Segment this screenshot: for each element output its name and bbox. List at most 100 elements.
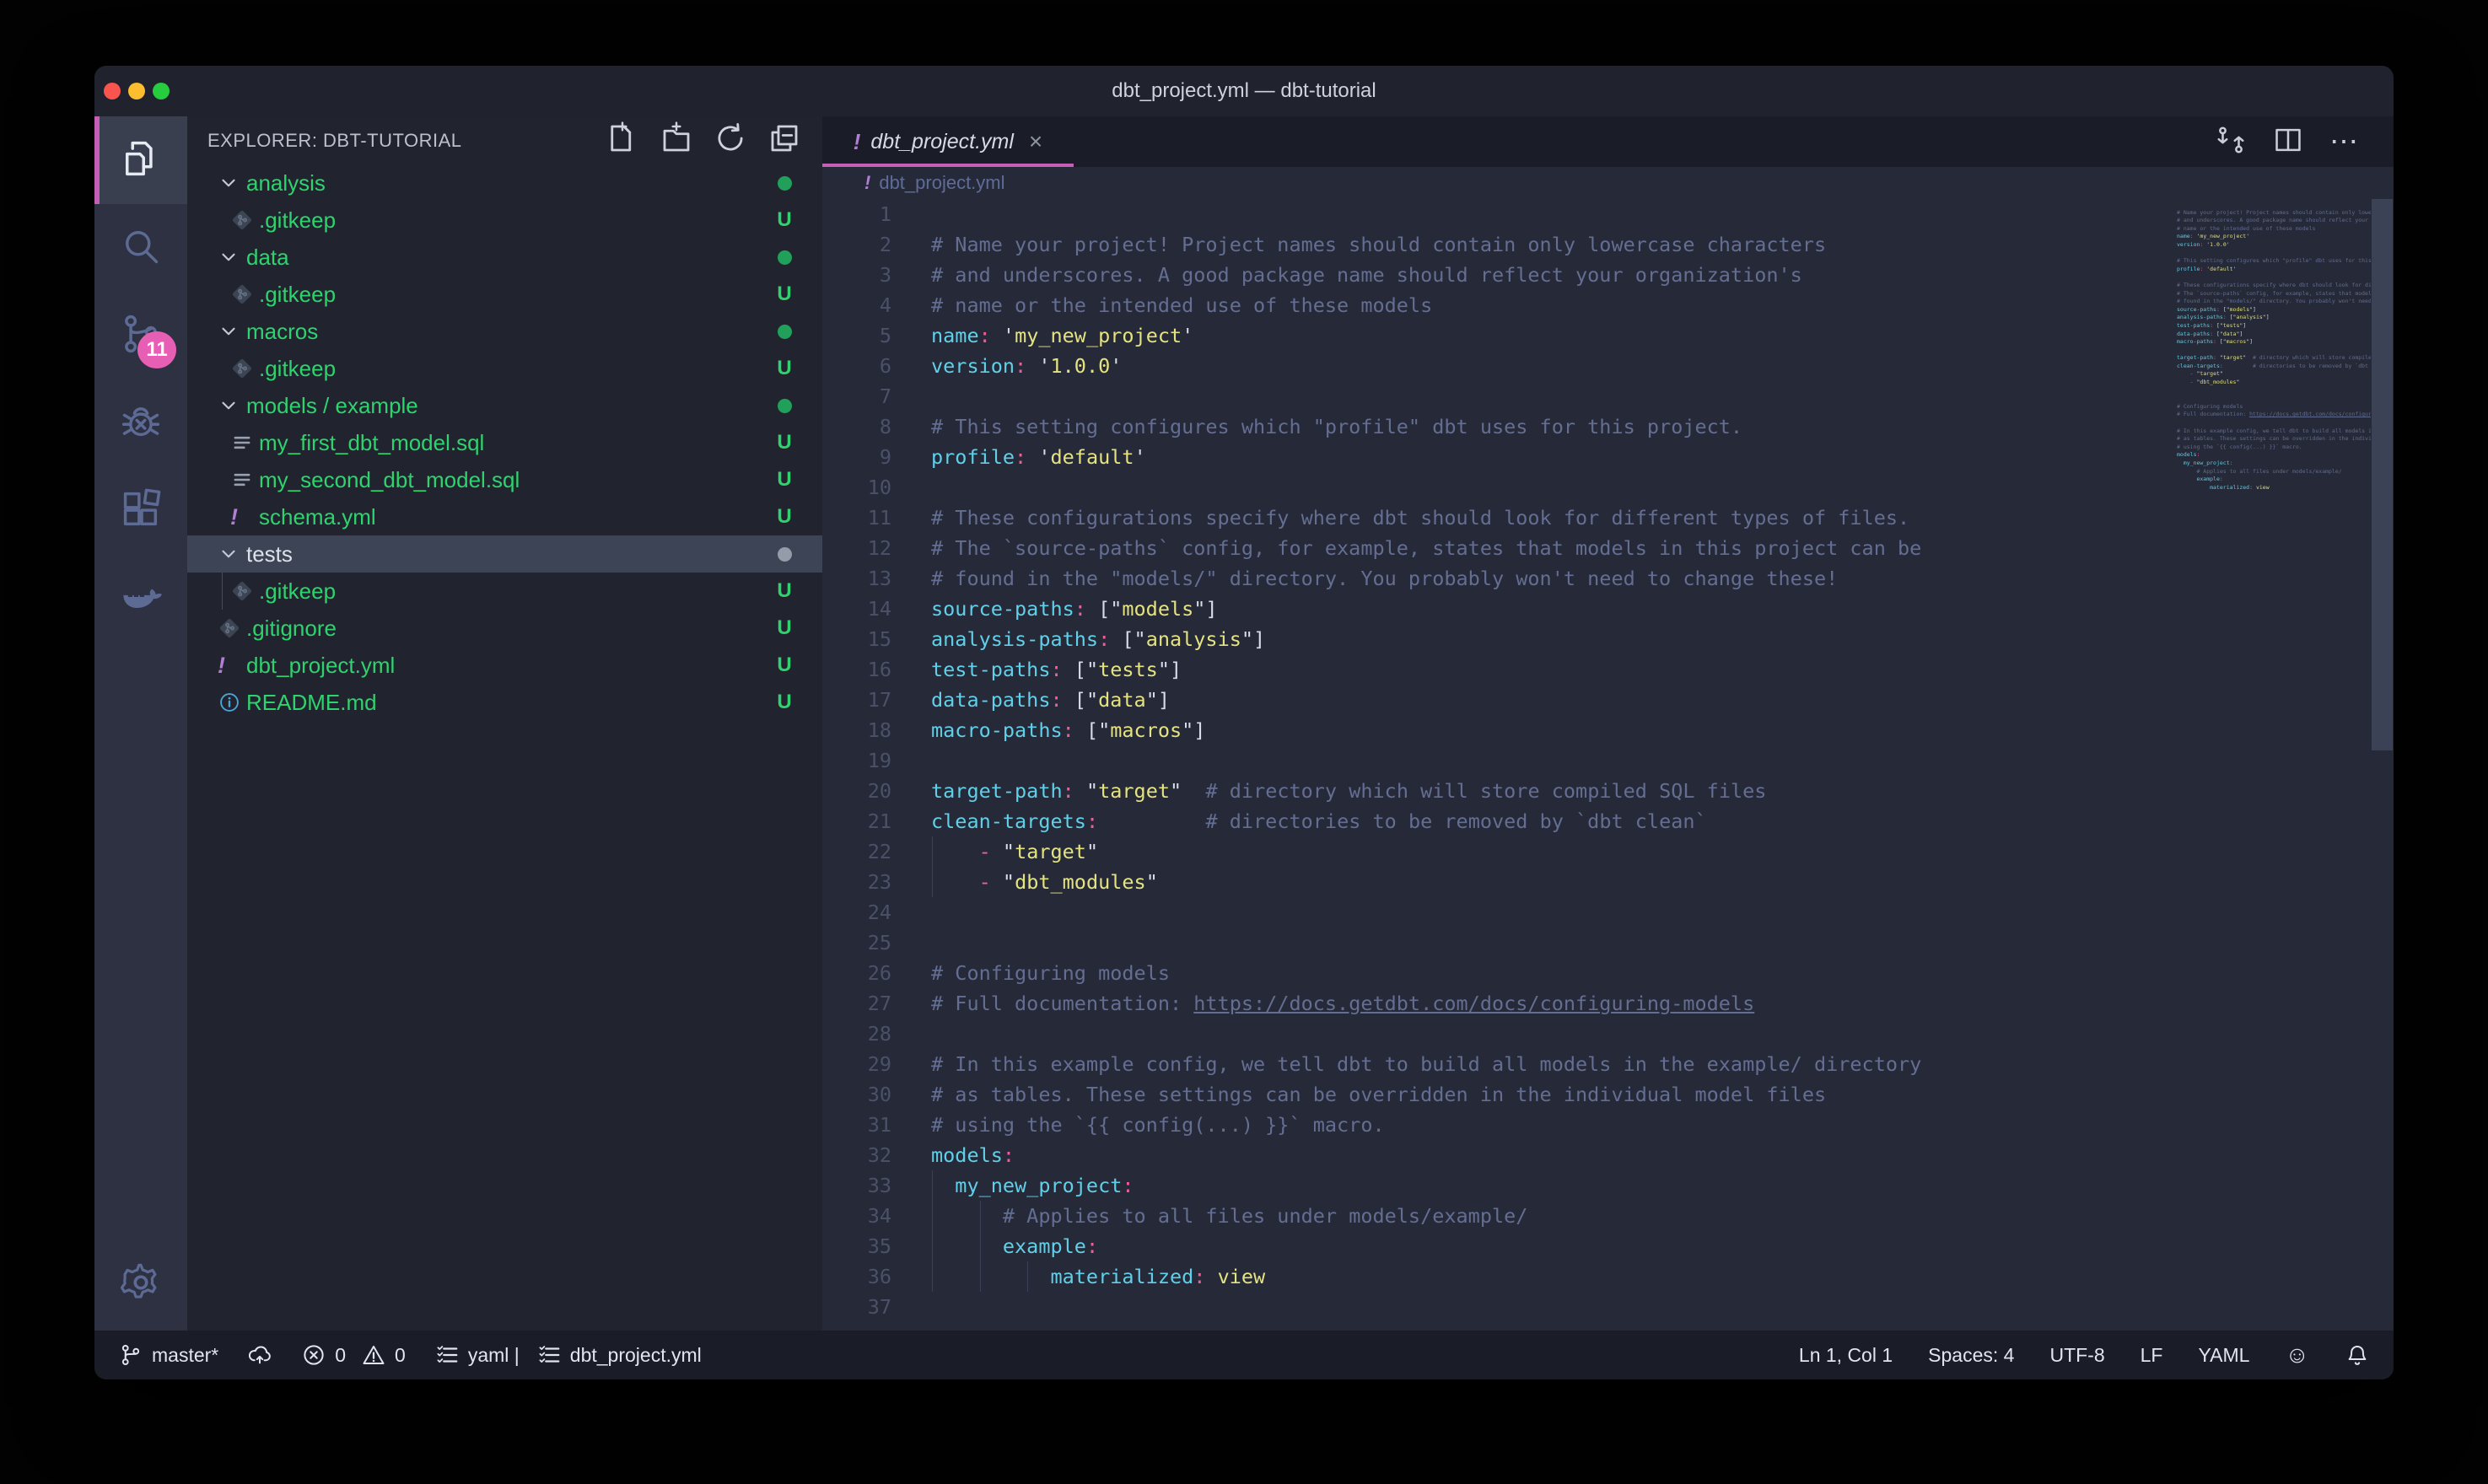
code-line-35[interactable]: 35 example: <box>822 1231 2394 1261</box>
minimap[interactable]: # Name your project! Project names shoul… <box>2177 201 2371 500</box>
close-window-button[interactable] <box>104 83 121 99</box>
code-line-2[interactable]: 2 # Name your project! Project names sho… <box>822 229 2394 260</box>
code-line-3[interactable]: 3 # and underscores. A good package name… <box>822 260 2394 290</box>
line-number: 9 <box>822 442 891 472</box>
code-line-7[interactable]: 7 <box>822 381 2394 411</box>
file-indicator[interactable]: dbt_project.yml <box>536 1342 702 1368</box>
code-line-6[interactable]: 6 version: '1.0.0' <box>822 351 2394 381</box>
new-file-icon[interactable] <box>605 121 640 160</box>
line-number: 18 <box>822 715 891 745</box>
code-line-20[interactable]: 20 target-path: "target" # directory whi… <box>822 776 2394 806</box>
bell-icon[interactable] <box>2345 1342 2370 1368</box>
line-number: 34 <box>822 1201 891 1231</box>
code-line-24[interactable]: 24 <box>822 897 2394 928</box>
code-line-17[interactable]: 17 data-paths: ["data"] <box>822 685 2394 715</box>
collapse-all-icon[interactable] <box>767 121 802 160</box>
tree-item-tests[interactable]: tests <box>187 535 822 573</box>
branch-name: master* <box>152 1344 218 1367</box>
code-line-31[interactable]: 31 # using the `{{ config(...) }}` macro… <box>822 1110 2394 1140</box>
code-line-19[interactable]: 19 <box>822 745 2394 776</box>
code-line-8[interactable]: 8 # This setting configures which "profi… <box>822 411 2394 442</box>
code-line-12[interactable]: 12 # The `source-paths` config, for exam… <box>822 533 2394 563</box>
code-line-23[interactable]: 23 - "dbt_modules" <box>822 867 2394 897</box>
refresh-icon[interactable] <box>713 121 748 160</box>
code-line-28[interactable]: 28 <box>822 1019 2394 1049</box>
minimize-window-button[interactable] <box>128 83 145 99</box>
tree-item-analysis[interactable]: analysis <box>187 164 822 202</box>
code-line-26[interactable]: 26 # Configuring models <box>822 958 2394 988</box>
status-right-0[interactable]: Ln 1, Col 1 <box>1799 1344 1893 1367</box>
feedback-smiley-icon[interactable]: ☺ <box>2285 1342 2309 1368</box>
activity-item-files[interactable] <box>94 116 187 204</box>
code-line-1[interactable]: 1 <box>822 199 2394 229</box>
code-line-36[interactable]: 36 materialized: view <box>822 1261 2394 1292</box>
tree-item-my-first-dbt-model-sql[interactable]: my_first_dbt_model.sql U <box>187 424 822 461</box>
line-number: 10 <box>822 472 891 503</box>
line-number: 11 <box>822 503 891 533</box>
tree-item-readme-md[interactable]: README.md U <box>187 684 822 721</box>
code-line-21[interactable]: 21 clean-targets: # directories to be re… <box>822 806 2394 836</box>
status-right-3[interactable]: LF <box>2141 1344 2163 1367</box>
code-line-25[interactable]: 25 <box>822 928 2394 958</box>
tree-item-schema-yml[interactable]: ! schema.yml U <box>187 498 822 535</box>
code-line-37[interactable]: 37 <box>822 1292 2394 1322</box>
tab-close-icon[interactable]: × <box>1029 128 1042 155</box>
tab-modified-marker: ! <box>854 129 861 155</box>
code-line-27[interactable]: 27 # Full documentation: https://docs.ge… <box>822 988 2394 1019</box>
settings-button[interactable] <box>94 1238 187 1331</box>
code-line-10[interactable]: 10 <box>822 472 2394 503</box>
tree-item--gitkeep[interactable]: .gitkeep U <box>187 202 822 239</box>
activity-item-extensions[interactable] <box>94 467 187 555</box>
activity-item-source-control[interactable]: 11 <box>94 292 187 379</box>
activity-item-debug[interactable] <box>94 379 187 467</box>
activity-item-search[interactable] <box>94 204 187 292</box>
code-line-29[interactable]: 29 # In this example config, we tell dbt… <box>822 1049 2394 1079</box>
problems-indicator[interactable]: 0 0 <box>301 1342 406 1368</box>
code-line-33[interactable]: 33 my_new_project: <box>822 1170 2394 1201</box>
tree-item-label: models / example <box>246 393 418 419</box>
tree-item-my-second-dbt-model-sql[interactable]: my_second_dbt_model.sql U <box>187 461 822 498</box>
code-line-22[interactable]: 22 - "target" <box>822 836 2394 867</box>
tree-item--gitignore[interactable]: .gitignore U <box>187 610 822 647</box>
code-line-4[interactable]: 4 # name or the intended use of these mo… <box>822 290 2394 320</box>
code-editor[interactable]: 1 2 # Name your project! Project names s… <box>822 199 2394 1331</box>
line-number: 37 <box>822 1292 891 1322</box>
sync-button[interactable] <box>247 1342 272 1368</box>
tree-item--gitkeep[interactable]: .gitkeep U <box>187 276 822 313</box>
code-line-13[interactable]: 13 # found in the "models/" directory. Y… <box>822 563 2394 594</box>
code-line-30[interactable]: 30 # as tables. These settings can be ov… <box>822 1079 2394 1110</box>
code-line-15[interactable]: 15 analysis-paths: ["analysis"] <box>822 624 2394 654</box>
status-right-2[interactable]: UTF-8 <box>2049 1344 2104 1367</box>
tree-item-models-example[interactable]: models / example <box>187 387 822 424</box>
code-line-34[interactable]: 34 # Applies to all files under models/e… <box>822 1201 2394 1231</box>
line-number: 16 <box>822 654 891 685</box>
zoom-window-button[interactable] <box>153 83 170 99</box>
titlebar[interactable]: dbt_project.yml — dbt-tutorial <box>94 66 2394 116</box>
breadcrumb[interactable]: ! dbt_project.yml <box>822 167 2394 199</box>
tree-item--gitkeep[interactable]: .gitkeep U <box>187 350 822 387</box>
tree-item-label: my_second_dbt_model.sql <box>259 467 520 493</box>
status-right-4[interactable]: YAML <box>2198 1344 2249 1367</box>
breadcrumb-file[interactable]: dbt_project.yml <box>879 172 1004 194</box>
code-line-18[interactable]: 18 macro-paths: ["macros"] <box>822 715 2394 745</box>
code-line-5[interactable]: 5 name: 'my_new_project' <box>822 320 2394 351</box>
scrollbar-thumb[interactable] <box>2372 199 2393 750</box>
code-line-11[interactable]: 11 # These configurations specify where … <box>822 503 2394 533</box>
new-folder-icon[interactable] <box>659 121 694 160</box>
tree-item-data[interactable]: data <box>187 239 822 276</box>
tree-item-macros[interactable]: macros <box>187 313 822 350</box>
tree-item-dbt-project-yml[interactable]: ! dbt_project.yml U <box>187 647 822 684</box>
split-editor-icon[interactable] <box>2272 124 2304 160</box>
activity-item-docker[interactable] <box>94 555 187 643</box>
branch-indicator[interactable]: master* <box>118 1342 218 1368</box>
git-icon <box>230 208 259 232</box>
tab-dbt-project-yml[interactable]: ! dbt_project.yml × <box>822 116 1074 167</box>
tree-item--gitkeep[interactable]: .gitkeep U <box>187 573 822 610</box>
open-changes-icon[interactable] <box>2215 124 2247 160</box>
code-line-16[interactable]: 16 test-paths: ["tests"] <box>822 654 2394 685</box>
code-line-14[interactable]: 14 source-paths: ["models"] <box>822 594 2394 624</box>
status-right-1[interactable]: Spaces: 4 <box>1928 1344 2014 1367</box>
yaml-mode-indicator[interactable]: yaml | <box>434 1342 520 1368</box>
code-line-9[interactable]: 9 profile: 'default' <box>822 442 2394 472</box>
code-line-32[interactable]: 32 models: <box>822 1140 2394 1170</box>
